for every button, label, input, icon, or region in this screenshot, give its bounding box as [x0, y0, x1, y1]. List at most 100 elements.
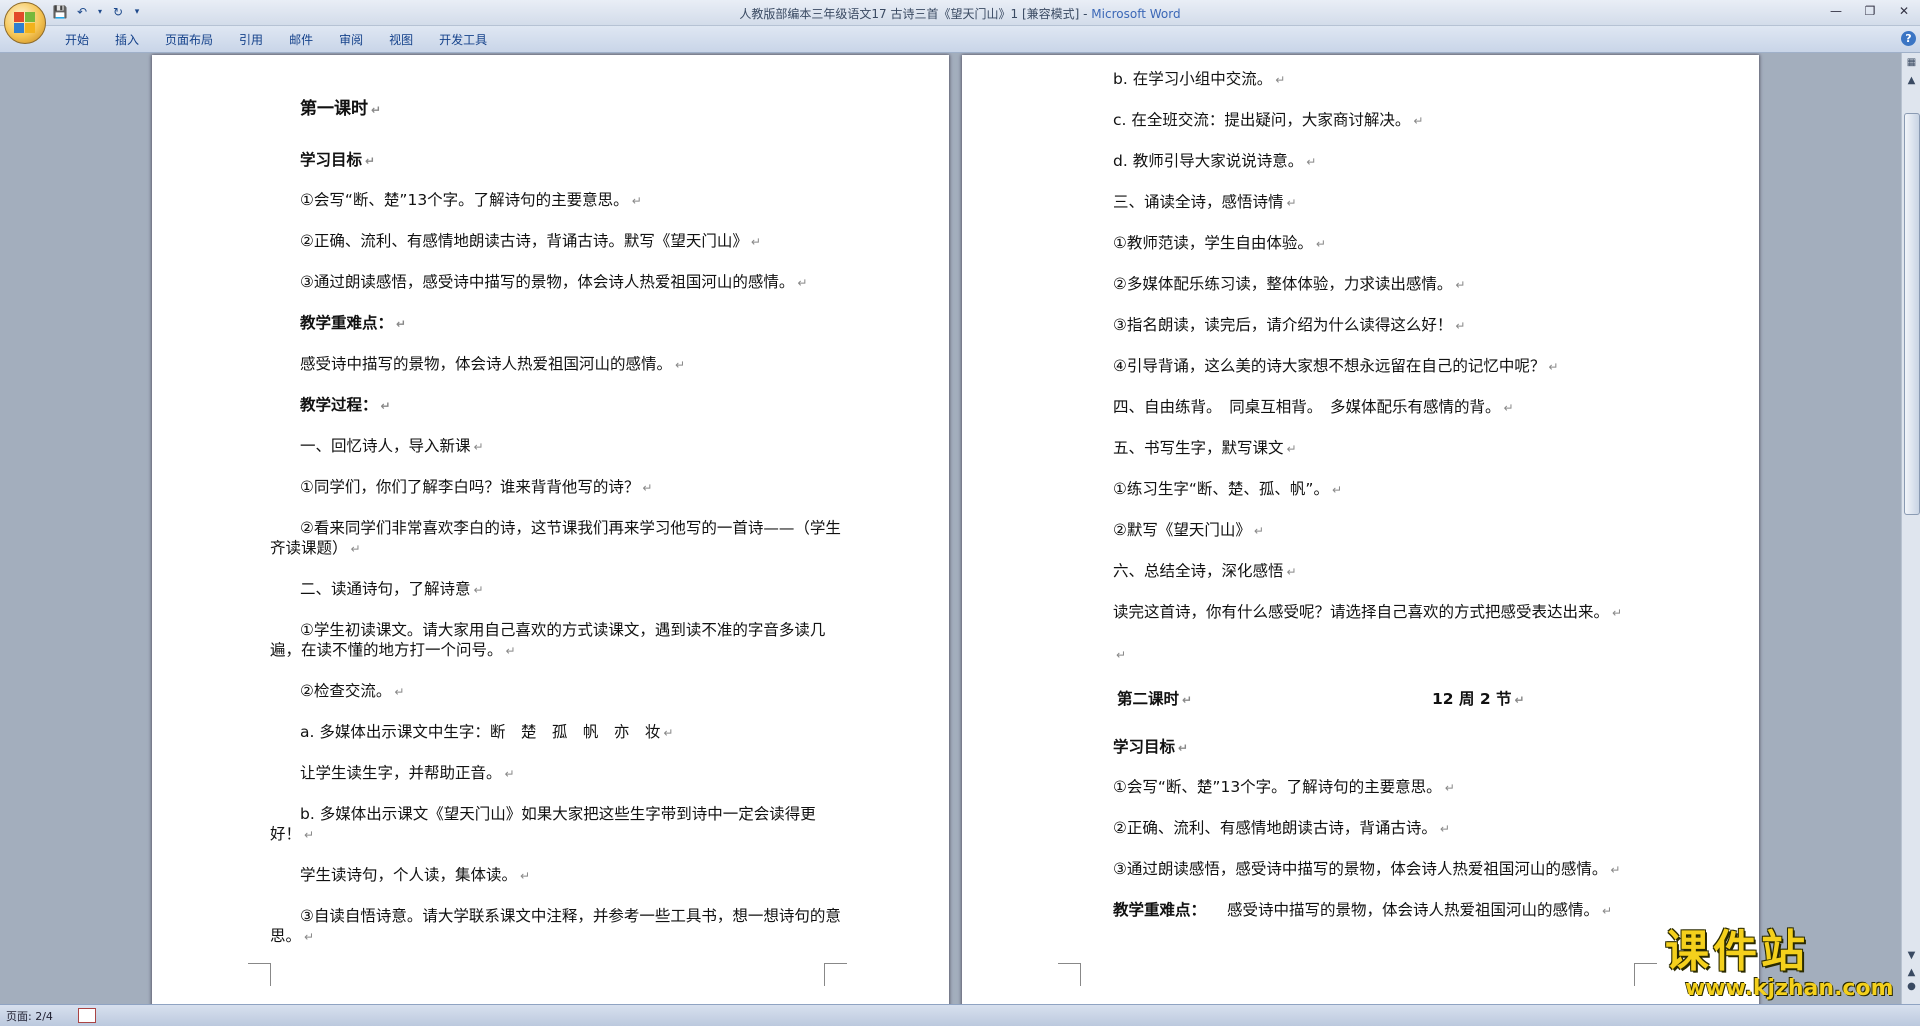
- document-paragraph[interactable]: ④引导背诵，这么美的诗大家想不想永远留在自己的记忆中呢？ ↵: [1113, 356, 1558, 377]
- document-paragraph[interactable]: 二、读通诗句，了解诗意 ↵: [300, 579, 484, 600]
- paragraph-mark-icon: ↵: [1178, 741, 1189, 755]
- restore-icon[interactable]: ❐: [1860, 2, 1880, 20]
- document-paragraph[interactable]: 让学生读生字，并帮助正音。 ↵: [300, 763, 515, 784]
- paragraph-mark-icon: ↵: [1413, 114, 1424, 128]
- paragraph-text: ①同学们，你们了解李白吗？谁来背背他写的诗？: [300, 478, 640, 496]
- document-paragraph[interactable]: b. 多媒体出示课文《望天门山》如果大家把这些生字带到诗中一定会读得更好！ ↵: [270, 804, 842, 845]
- paragraph-text: ③通过朗读感悟，感受诗中描写的景物，体会诗人热爱祖国河山的感情。: [300, 273, 795, 291]
- title-bar: 💾 ↶ ▾ ↻ ▾ 人教版部编本三年级语文17 古诗三首《望天门山》1 [兼容模…: [0, 0, 1920, 26]
- document-paragraph[interactable]: 六、总结全诗，深化感悟 ↵: [1113, 561, 1297, 582]
- document-paragraph[interactable]: 第二课时 ↵: [1117, 689, 1192, 710]
- paragraph-mark-icon: ↵: [1444, 781, 1455, 795]
- paragraph-text: ②默写《望天门山》: [1113, 521, 1251, 539]
- select-browse-object-icon[interactable]: ●: [1904, 979, 1919, 994]
- paragraph-mark-icon: ↵: [473, 583, 484, 597]
- app-name: Microsoft Word: [1091, 7, 1181, 21]
- paragraph-mark-icon: ↵: [505, 644, 516, 658]
- document-paragraph[interactable]: ②默写《望天门山》 ↵: [1113, 520, 1264, 541]
- document-paragraph[interactable]: ③指名朗读，读完后，请介绍为什么读得这么好！ ↵: [1113, 315, 1465, 336]
- document-workspace[interactable]: 第一课时 ↵ 学习目标 ↵ ①会写“断、楚”13个字。了解诗句的主要意思。 ↵ ②正确、流利…: [0, 53, 1901, 1004]
- document-paragraph[interactable]: 感受诗中描写的景物，体会诗人热爱祖国河山的感情。 ↵: [1227, 900, 1612, 921]
- document-paragraph[interactable]: ②多媒体配乐练习读，整体体验，力求读出感情。 ↵: [1113, 274, 1465, 295]
- document-paragraph[interactable]: ③通过朗读感悟，感受诗中描写的景物，体会诗人热爱祖国河山的感情。 ↵: [1113, 859, 1620, 880]
- paragraph-text: c. 在全班交流：提出疑问，大家商讨解决。: [1113, 111, 1411, 129]
- ribbon-tab[interactable]: 视图: [376, 30, 426, 50]
- ruler-toggle-icon[interactable]: ▦: [1904, 55, 1919, 70]
- document-paragraph[interactable]: 教学重难点：: [1113, 900, 1206, 920]
- watermark-title: 课件站: [1665, 926, 1809, 977]
- paragraph-text: 教学重难点：: [1113, 901, 1207, 919]
- vertical-scrollbar[interactable]: ▦ ▲ ▼ ▲ ●: [1901, 53, 1920, 1004]
- document-paragraph[interactable]: ①同学们，你们了解李白吗？谁来背背他写的诗？ ↵: [300, 477, 652, 498]
- document-paragraph[interactable]: ①练习生字“断、楚、孤、帆”。 ↵: [1113, 479, 1342, 500]
- document-paragraph[interactable]: ③通过朗读感悟，感受诗中描写的景物，体会诗人热爱祖国河山的感情。 ↵: [300, 272, 807, 293]
- document-paragraph[interactable]: 第一课时 ↵: [300, 99, 381, 120]
- ribbon-tab[interactable]: 引用: [226, 30, 276, 50]
- document-paragraph[interactable]: 12 周 2 节 ↵: [1432, 689, 1525, 710]
- paragraph-mark-icon: ↵: [1182, 693, 1193, 707]
- document-paragraph[interactable]: 四、自由练背。 同桌互相背。 多媒体配乐有感情的背。 ↵: [1113, 397, 1514, 418]
- paragraph-text: ③自读自悟诗意。请大学联系课文中注释，并参考一些工具书，想一想诗句的意思。: [270, 907, 841, 945]
- page-indicator[interactable]: 页面: 2/4: [6, 1008, 53, 1024]
- document-paragraph[interactable]: c. 在全班交流：提出疑问，大家商讨解决。 ↵: [1113, 110, 1423, 131]
- paragraph-text: 学习目标: [1113, 738, 1176, 756]
- document-paragraph[interactable]: ②看来同学们非常喜欢李白的诗，这节课我们再来学习他写的一首诗——（学生齐读课题）…: [270, 518, 842, 559]
- ribbon-tab[interactable]: 开始: [52, 30, 102, 50]
- document-paragraph[interactable]: 一、回忆诗人，导入新课 ↵: [300, 436, 484, 457]
- scroll-down-icon[interactable]: ▼: [1904, 948, 1919, 963]
- ribbon-tab[interactable]: 邮件: [276, 30, 326, 50]
- paragraph-mark-icon: ↵: [350, 542, 361, 556]
- scroll-up-icon[interactable]: ▲: [1904, 73, 1919, 88]
- document-paragraph[interactable]: 学习目标 ↵: [1113, 737, 1188, 758]
- document-paragraph[interactable]: ①教师范读，学生自由体验。 ↵: [1113, 233, 1326, 254]
- margin-corner-mark: [248, 963, 271, 986]
- document-paragraph[interactable]: 学习目标 ↵: [300, 150, 375, 171]
- document-paragraph[interactable]: d. 教师引导大家说说诗意。 ↵: [1113, 151, 1316, 172]
- paragraph-mark-icon: ↵: [304, 930, 315, 944]
- ribbon-tab[interactable]: 审阅: [326, 30, 376, 50]
- help-icon[interactable]: ?: [1901, 31, 1916, 46]
- document-paragraph[interactable]: a. 多媒体出示课文中生字：断 楚 孤 帆 亦 妆 ↵: [300, 722, 673, 743]
- document-paragraph[interactable]: ②检查交流。 ↵: [300, 681, 404, 702]
- paragraph-text: 教学重难点：: [300, 314, 394, 332]
- paragraph-text: ①会写“断、楚”13个字。了解诗句的主要意思。: [1113, 778, 1442, 796]
- paragraph-mark-icon: ↵: [394, 685, 405, 699]
- document-paragraph[interactable]: ↵: [1113, 644, 1126, 665]
- scrollbar-thumb[interactable]: [1904, 113, 1920, 515]
- close-icon[interactable]: ✕: [1894, 2, 1914, 20]
- document-paragraph[interactable]: 五、书写生字，默写课文 ↵: [1113, 438, 1297, 459]
- paragraph-mark-icon: ↵: [1286, 442, 1297, 456]
- document-paragraph[interactable]: ②正确、流利、有感情地朗读古诗，背诵古诗。默写《望天门山》 ↵: [300, 231, 761, 252]
- ribbon-tab[interactable]: 插入: [102, 30, 152, 50]
- paragraph-text: d. 教师引导大家说说诗意。: [1113, 152, 1304, 170]
- minimize-icon[interactable]: —: [1826, 2, 1846, 20]
- document-paragraph[interactable]: 教学重难点： ↵: [300, 313, 406, 334]
- ribbon-tab[interactable]: 页面布局: [152, 30, 226, 50]
- previous-page-icon[interactable]: ▲: [1904, 965, 1919, 980]
- document-paragraph[interactable]: 教学过程： ↵: [300, 395, 391, 416]
- document-paragraph[interactable]: ③自读自悟诗意。请大学联系课文中注释，并参考一些工具书，想一想诗句的意思。 ↵: [270, 906, 842, 947]
- document-page-right[interactable]: b. 在学习小组中交流。 ↵ c. 在全班交流：提出疑问，大家商讨解决。 ↵ d. 教师…: [962, 55, 1759, 1004]
- ribbon-tab[interactable]: 开发工具: [426, 30, 500, 50]
- office-button[interactable]: [4, 2, 46, 44]
- paragraph-text: a. 多媒体出示课文中生字：断 楚 孤 帆 亦 妆: [300, 723, 661, 741]
- paragraph-mark-icon: ↵: [520, 869, 531, 883]
- document-paragraph[interactable]: 读完这首诗，你有什么感受呢？请选择自己喜欢的方式把感受表达出来。 ↵: [1113, 602, 1622, 623]
- document-paragraph[interactable]: ①学生初读课文。请大家用自己喜欢的方式读课文，遇到读不准的字音多读几遍，在读不懂…: [270, 620, 842, 661]
- paragraph-mark-icon: ↵: [1612, 606, 1623, 620]
- document-paragraph[interactable]: b. 在学习小组中交流。 ↵: [1113, 69, 1285, 90]
- document-paragraph[interactable]: 学生读诗句，个人读，集体读。 ↵: [300, 865, 530, 886]
- document-page-left[interactable]: 第一课时 ↵ 学习目标 ↵ ①会写“断、楚”13个字。了解诗句的主要意思。 ↵ ②正确、流利…: [152, 55, 949, 1004]
- paragraph-mark-icon: ↵: [797, 276, 808, 290]
- paragraph-mark-icon: ↵: [1439, 822, 1450, 836]
- paragraph-text: 三、诵读全诗，感悟诗情: [1113, 193, 1284, 211]
- document-paragraph[interactable]: ②正确、流利、有感情地朗读古诗，背诵古诗。 ↵: [1113, 818, 1450, 839]
- document-paragraph[interactable]: ①会写“断、楚”13个字。了解诗句的主要意思。 ↵: [300, 190, 642, 211]
- document-title: 人教版部编本三年级语文17 古诗三首《望天门山》1 [兼容模式]: [739, 7, 1080, 21]
- document-paragraph[interactable]: 三、诵读全诗，感悟诗情 ↵: [1113, 192, 1297, 213]
- proofing-icon[interactable]: [78, 1008, 96, 1023]
- paragraph-mark-icon: ↵: [675, 358, 686, 372]
- document-paragraph[interactable]: ①会写“断、楚”13个字。了解诗句的主要意思。 ↵: [1113, 777, 1455, 798]
- document-paragraph[interactable]: 感受诗中描写的景物，体会诗人热爱祖国河山的感情。 ↵: [300, 354, 685, 375]
- paragraph-text: 读完这首诗，你有什么感受呢？请选择自己喜欢的方式把感受表达出来。: [1113, 603, 1610, 621]
